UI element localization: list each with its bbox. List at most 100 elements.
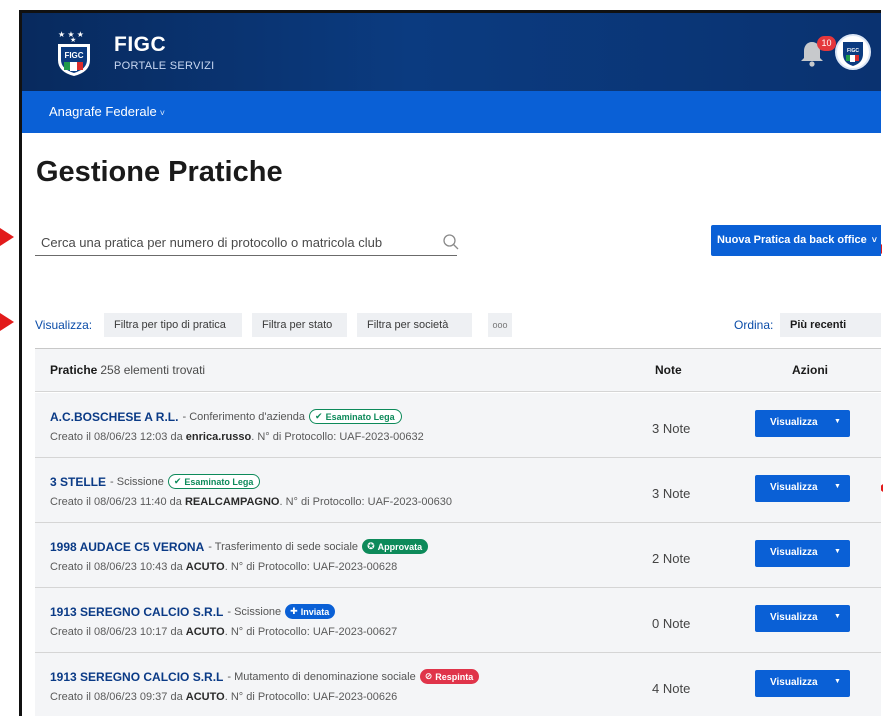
figc-avatar-icon: FIGC [843,42,863,66]
filter-label: Visualizza: [35,318,93,332]
check-badge-icon: ✔ [315,411,323,421]
created-info: Creato il 08/06/23 10:17 da [50,626,183,638]
svg-text:FIGC: FIGC [847,48,859,54]
table-title-label: Pratiche [50,363,98,377]
search-icon[interactable] [442,233,460,251]
table-header: Pratiche 258 elementi trovati Note Azioni [35,348,881,392]
notes-count[interactable]: 0 Note [652,616,690,631]
user-avatar[interactable]: FIGC [835,34,871,70]
protocol-number: . N° di Protocollo: UAF-2023-00630 [279,496,453,508]
figc-shield-logo-icon: ★ ★ ★ ★ FIGC [58,30,90,76]
club-name-link[interactable]: 3 STELLE [50,475,106,489]
table-title: Pratiche 258 elementi trovati [50,363,205,377]
status-badge-label: Respinta [435,671,474,682]
club-name-link[interactable]: A.C.BOSCHESE A R.L. [50,410,178,424]
view-action-button[interactable]: Visualizza ▼ [755,475,850,502]
created-by-user: enrica.russo [185,431,252,443]
view-action-button[interactable]: Visualizza ▼ [755,410,850,437]
caret-down-icon[interactable]: ▼ [834,483,841,490]
practice-type: - Trasferimento di sede sociale [208,540,359,553]
caret-down-icon[interactable]: ▼ [834,418,841,425]
table-row: A.C.BOSCHESE A R.L. - Conferimento d'azi… [35,393,881,458]
filter-practice-type[interactable]: Filtra per tipo di pratica [104,313,242,337]
table-row: 1913 SEREGNO CALCIO S.R.L - Mutamento di… [35,653,881,716]
chevron-down-icon: ˅ [159,108,165,118]
protocol-number: . N° di Protocollo: UAF-2023-00632 [251,431,424,443]
sort-select[interactable]: Più recenti [780,313,881,337]
notes-count[interactable]: 2 Note [652,551,690,566]
search-bar [35,230,460,256]
status-badge: ⊘ Respinta [419,669,480,684]
status-badge: ✔ Esaminato Lega [167,474,261,489]
status-badge-label: Inviata [300,606,330,617]
club-name-link[interactable]: 1913 SEREGNO CALCIO S.R.L [50,670,223,684]
column-header-actions: Azioni [792,363,828,377]
annotation-arrow-marker [0,228,14,246]
row-title: 1913 SEREGNO CALCIO S.R.L - Scissione ✚ I… [50,604,336,619]
nav-item-anagrafe-federale[interactable]: Anagrafe Federale ˅ [49,104,165,119]
plus-icon: ✚ [290,606,298,616]
practice-type: - Conferimento d'azienda [182,410,306,423]
practice-type: - Scissione [227,605,282,618]
created-by-user: ACUTO [185,626,225,638]
created-info: Creato il 08/06/23 11:40 da [50,496,182,508]
notes-count[interactable]: 3 Note [652,486,690,501]
caret-down-icon[interactable]: ▼ [834,678,841,685]
annotation-arrow-marker [0,313,14,331]
created-by-user: ACUTO [185,561,225,573]
caret-down-icon[interactable]: ▼ [834,613,841,620]
filter-bar: Visualizza: Filtra per tipo di pratica F… [35,313,881,337]
protocol-number: . N° di Protocollo: UAF-2023-00627 [224,626,398,638]
row-meta: Creato il 08/06/23 11:40 da REALCAMPAGNO… [50,496,452,508]
table-row: 1998 AUDACE C5 VERONA - Trasferimento di… [35,523,881,588]
main-navbar: Anagrafe Federale ˅ [22,91,881,133]
status-badge-label: Esaminato Lega [184,476,254,487]
more-filters-button[interactable]: ooo [488,313,512,337]
practice-type: - Mutamento di denominazione sociale [227,670,416,683]
chevron-down-icon: ˅ [871,235,878,245]
view-action-label: Visualizza [770,547,818,558]
table-row: 1913 SEREGNO CALCIO S.R.L - Scissione ✚ I… [35,588,881,653]
filter-company[interactable]: Filtra per società [357,313,472,337]
notes-count[interactable]: 4 Note [652,681,690,696]
row-title: 1913 SEREGNO CALCIO S.R.L - Mutamento di… [50,669,480,684]
column-header-note: Note [655,363,682,377]
top-header: ★ ★ ★ ★ FIGC FIGC PORTALE SERVIZI 10 FIG… [22,13,881,91]
nav-item-label: Anagrafe Federale [49,104,157,119]
protocol-number: . N° di Protocollo: UAF-2023-00628 [224,561,398,573]
created-by-user: REALCAMPAGNO [184,496,280,508]
new-practice-button-label: Nuova Pratica da back office [716,234,867,246]
new-practice-button[interactable]: Nuova Pratica da back office ˅ [711,225,881,256]
medal-icon: ✪ [367,541,375,551]
brand-subtitle: PORTALE SERVIZI [114,60,215,72]
created-info: Creato il 08/06/23 09:37 da [50,691,183,703]
results-count: 258 elementi trovati [100,363,206,377]
prohibited-icon: ⊘ [424,671,433,681]
search-input[interactable] [41,232,421,252]
club-name-link[interactable]: 1913 SEREGNO CALCIO S.R.L [50,605,223,619]
row-title: 1998 AUDACE C5 VERONA - Trasferimento di… [50,539,429,554]
table-row: 3 STELLE - Scissione ✔ Esaminato Lega Cre… [35,458,881,523]
row-meta: Creato il 08/06/23 10:43 da ACUTO. N° di… [50,561,397,573]
created-info: Creato il 08/06/23 10:43 da [50,561,183,573]
view-action-button[interactable]: Visualizza ▼ [755,670,850,697]
page-title: Gestione Pratiche [36,156,283,188]
status-badge: ✚ Inviata [285,604,336,619]
row-meta: Creato il 08/06/23 09:37 da ACUTO. N° di… [50,691,397,703]
row-title: 3 STELLE - Scissione ✔ Esaminato Lega [50,474,261,489]
row-meta: Creato il 08/06/23 12:03 da enrica.russo… [50,431,424,443]
notes-count[interactable]: 3 Note [652,421,690,436]
filter-status[interactable]: Filtra per stato [252,313,347,337]
club-name-link[interactable]: 1998 AUDACE C5 VERONA [50,540,204,554]
brand-title: FIGC [114,33,167,56]
svg-text:★: ★ [70,36,76,44]
row-meta: Creato il 08/06/23 10:17 da ACUTO. N° di… [50,626,397,638]
row-title: A.C.BOSCHESE A R.L. - Conferimento d'azi… [50,409,402,424]
created-by-user: ACUTO [185,691,225,703]
view-action-button[interactable]: Visualizza ▼ [755,605,850,632]
status-badge: ✔ Esaminato Lega [309,409,402,424]
caret-down-icon[interactable]: ▼ [834,548,841,555]
view-action-button[interactable]: Visualizza ▼ [755,540,850,567]
view-action-label: Visualizza [770,612,818,623]
created-info: Creato il 08/06/23 12:03 da [50,431,183,443]
